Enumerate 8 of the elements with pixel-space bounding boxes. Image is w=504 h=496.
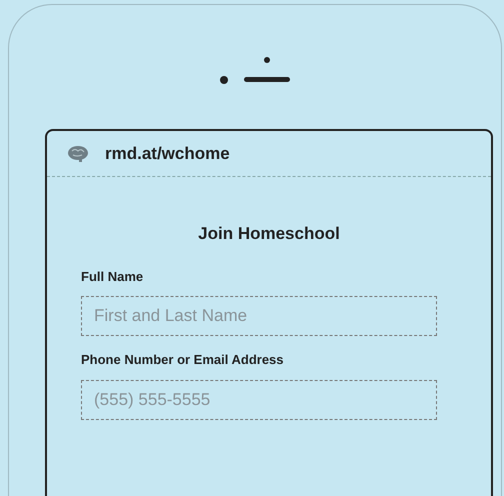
brain-icon bbox=[67, 144, 89, 162]
text-field[interactable]: (555) 555-5555 bbox=[81, 380, 437, 420]
speaker-slot bbox=[244, 76, 290, 82]
url-text[interactable]: rmd.at/wchome bbox=[105, 140, 230, 166]
text-field[interactable]: First and Last Name bbox=[81, 296, 437, 336]
field-label: Full Name bbox=[81, 268, 144, 286]
field-label: Phone Number or Email Address bbox=[81, 351, 285, 369]
form-title: Join Homeschool bbox=[197, 223, 341, 245]
